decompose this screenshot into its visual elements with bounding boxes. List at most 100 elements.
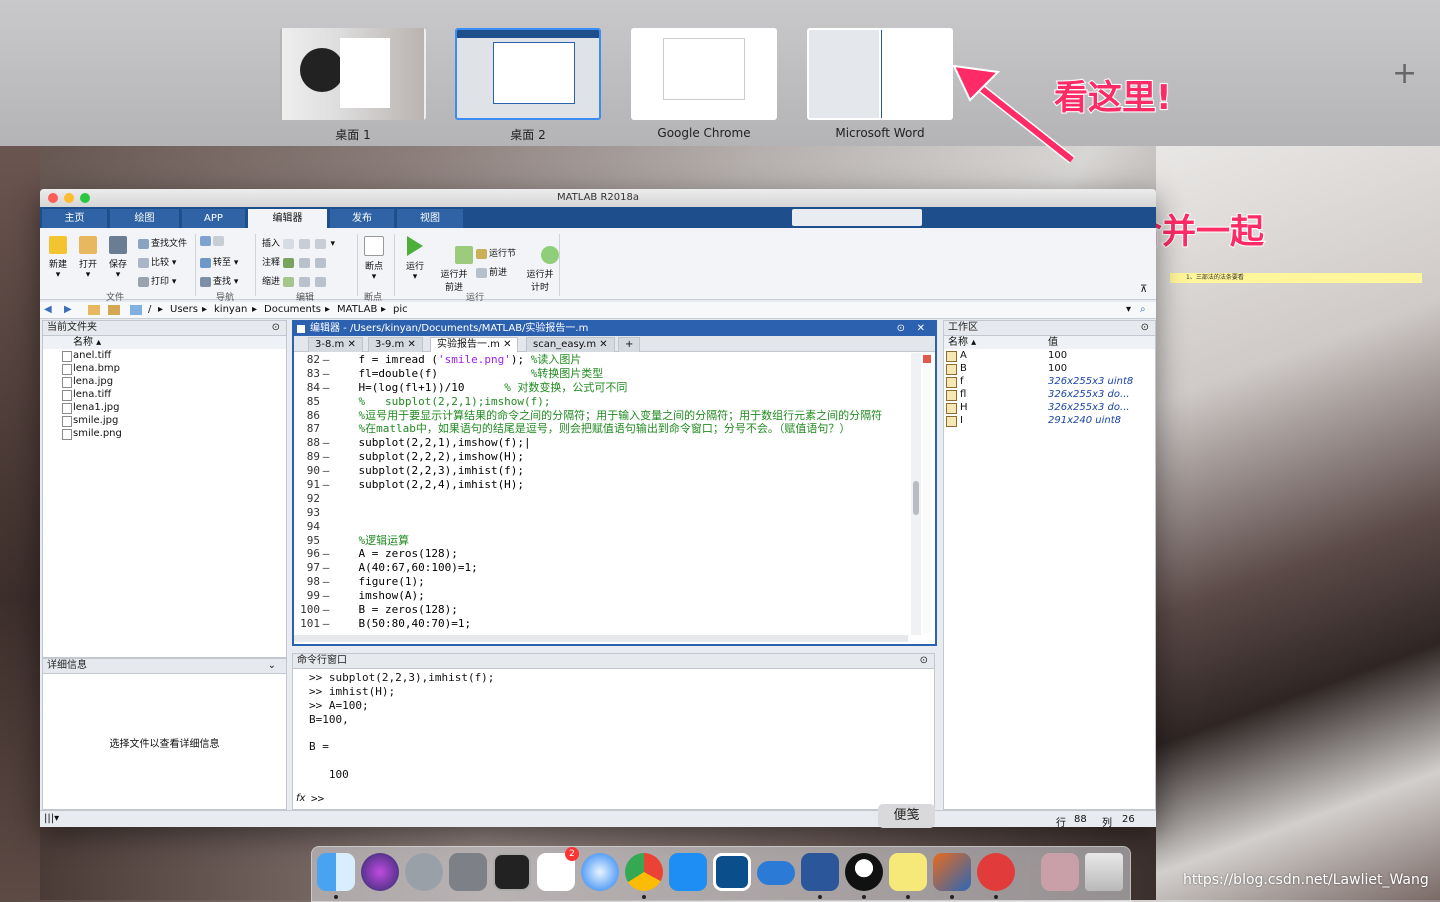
breakpoint-gutter[interactable]: – [320,450,332,464]
scroll-thumb[interactable] [913,481,919,515]
insert-button[interactable]: 插入 ▾ [262,236,335,249]
code-line[interactable]: 93 [294,506,908,520]
code-line[interactable]: 98– figure(1); [294,575,908,589]
search-folder-icon[interactable]: ⌕ [1140,304,1146,315]
breakpoint-gutter[interactable]: – [320,367,332,381]
editor-horizontal-scrollbar[interactable] [294,635,908,642]
code-line[interactable]: 82– f = imread ('smile.png'); %读入图片 [294,353,908,367]
file-item[interactable]: lena.tiff [43,388,286,401]
editor-tab-report[interactable]: 实验报告一.m ✕ [430,337,519,352]
breadcrumb-kinyan[interactable]: kinyan [214,304,247,315]
breakpoint-gutter[interactable]: – [320,353,332,367]
quick-access-toolbar[interactable] [792,209,922,226]
chrome-icon[interactable] [625,853,663,891]
fx-icon[interactable]: fx [296,793,305,804]
forward-arrow-icon[interactable]: ▶ [64,304,72,315]
workspace-variable-row[interactable]: f 326x255x3 uint8 [944,375,1155,388]
code-line[interactable]: 87 %在matlab中，如果语句的结尾是逗号，则会把赋值语句输出到命令窗口；分… [294,422,908,436]
save-button[interactable]: 保存 ▾ [106,236,130,280]
code-line[interactable]: 100– B = zeros(128); [294,603,908,617]
siri-icon[interactable] [361,853,399,891]
launchpad-icon[interactable] [405,853,443,891]
collapse-ribbon-icon[interactable]: ⊼ [1140,284,1147,295]
panel-menu-icon[interactable]: ⊙ [920,654,928,668]
breakpoints-button[interactable]: 断点 ▾ [362,236,386,282]
code-line[interactable]: 97– A(40:67,60:100)=1; [294,561,908,575]
tab-home[interactable]: 主页 [42,209,107,228]
chevron-down-icon[interactable]: ⌄ [268,659,276,673]
workspace-variable-row[interactable]: I 291x240 uint8 [944,414,1155,427]
file-item[interactable]: lena1.jpg [43,401,286,414]
word-icon[interactable] [801,853,839,891]
safari-icon[interactable] [581,853,619,891]
space-desktop-1[interactable]: 桌面 1 [280,28,426,143]
breadcrumb-users[interactable]: Users [170,304,198,315]
breakpoint-gutter[interactable]: – [320,617,332,631]
new-tab-button[interactable]: + [618,337,641,352]
workspace-variable-row[interactable]: B 100 [944,362,1155,375]
workspace-variable-row[interactable]: fl 326x255x3 do... [944,388,1155,401]
netease-music-icon[interactable] [977,853,1015,891]
status-menu-icon[interactable]: |||▾ [44,813,59,824]
file-item[interactable]: lena.bmp [43,362,286,375]
column-header-name[interactable]: 名称 ▴ [948,336,976,349]
photos-stack-icon[interactable] [1041,853,1079,891]
run-section-button[interactable]: 运行节 [476,246,516,259]
code-line[interactable]: 84– H=(log(fl+1))/10 % 对数变换，公式可不同 [294,381,908,395]
breakpoint-gutter[interactable]: – [320,547,332,561]
breakpoint-gutter[interactable]: – [320,436,332,450]
space-thumbnail[interactable] [631,28,777,120]
advance-button[interactable]: 前进 [476,265,507,278]
stickies-note[interactable]: 1、三部法的法条要看 [1170,273,1422,283]
code-line[interactable]: 90– subplot(2,2,3),imhist(f); [294,464,908,478]
panel-menu-icon[interactable]: ⊙ [272,321,280,335]
up-folder-icon[interactable] [88,305,100,315]
warning-marker-icon[interactable] [923,355,931,363]
new-button[interactable]: 新建 ▾ [46,236,70,280]
breakpoint-gutter[interactable]: – [320,478,332,492]
activity-monitor-icon[interactable] [493,853,531,891]
space-thumbnail[interactable] [807,28,953,120]
qq-icon[interactable] [845,853,883,891]
space-desktop-2[interactable]: 桌面 2 [455,28,601,143]
code-line[interactable]: 92 [294,492,908,506]
tab-view[interactable]: 视图 [397,209,463,228]
jetbrains-icon[interactable] [713,853,751,891]
close-icon[interactable]: ✕ [917,322,925,336]
code-line[interactable]: 89– subplot(2,2,2),imshow(H); [294,450,908,464]
finder-icon[interactable] [317,853,355,891]
code-line[interactable]: 85 % subplot(2,2,1);imshow(f); [294,395,908,409]
add-space-button[interactable]: + [1392,56,1417,91]
breakpoint-gutter[interactable]: – [320,561,332,575]
file-item[interactable]: smile.jpg [43,414,286,427]
system-preferences-icon[interactable] [449,853,487,891]
details-header[interactable]: 详细信息 ⌄ [43,659,286,674]
browse-folder-icon[interactable] [108,305,120,315]
code-line[interactable]: 83– fl=double(f) %转换图片类型 [294,367,908,381]
space-microsoft-word[interactable]: Microsoft Word [807,28,953,140]
breadcrumb-documents[interactable]: Documents [264,304,321,315]
trash-icon[interactable] [1085,853,1123,891]
breakpoint-gutter[interactable]: – [320,464,332,478]
run-and-time-button[interactable]: 运行并 计时 [524,236,560,303]
onedrive-icon[interactable] [757,861,795,885]
run-button[interactable]: 运行 ▾ [402,236,428,282]
editor-tab-3-9[interactable]: 3-9.m ✕ [368,337,423,352]
breadcrumb-pic[interactable]: pic [393,304,408,315]
breakpoint-gutter[interactable]: – [320,603,332,617]
panel-menu-icon[interactable]: ⊙ [897,322,905,336]
tab-editor[interactable]: 编辑器 [248,209,327,228]
file-item[interactable]: smile.png [43,427,286,440]
code-line[interactable]: 99– imshow(A); [294,589,908,603]
code-line[interactable]: 86 %逗号用于要显示计算结果的命令之间的分隔符；用于输入变量之间的分隔符；用于… [294,409,908,423]
column-header-value[interactable]: 值 [1048,336,1058,349]
code-area[interactable]: 82– f = imread ('smile.png'); %读入图片 83– f… [294,353,908,633]
breadcrumb-matlab[interactable]: MATLAB [337,304,377,315]
editor-tab-scan-easy[interactable]: scan_easy.m ✕ [526,337,615,352]
stickies-icon[interactable] [889,853,927,891]
matlab-icon[interactable] [933,853,971,891]
code-line[interactable]: 101– B(50:80,40:70)=1; [294,617,908,631]
open-button[interactable]: 打开 ▾ [76,236,100,280]
editor-tab-3-8[interactable]: 3-8.m ✕ [308,337,363,352]
code-line[interactable]: 88– subplot(2,2,1),imshow(f);| [294,436,908,450]
